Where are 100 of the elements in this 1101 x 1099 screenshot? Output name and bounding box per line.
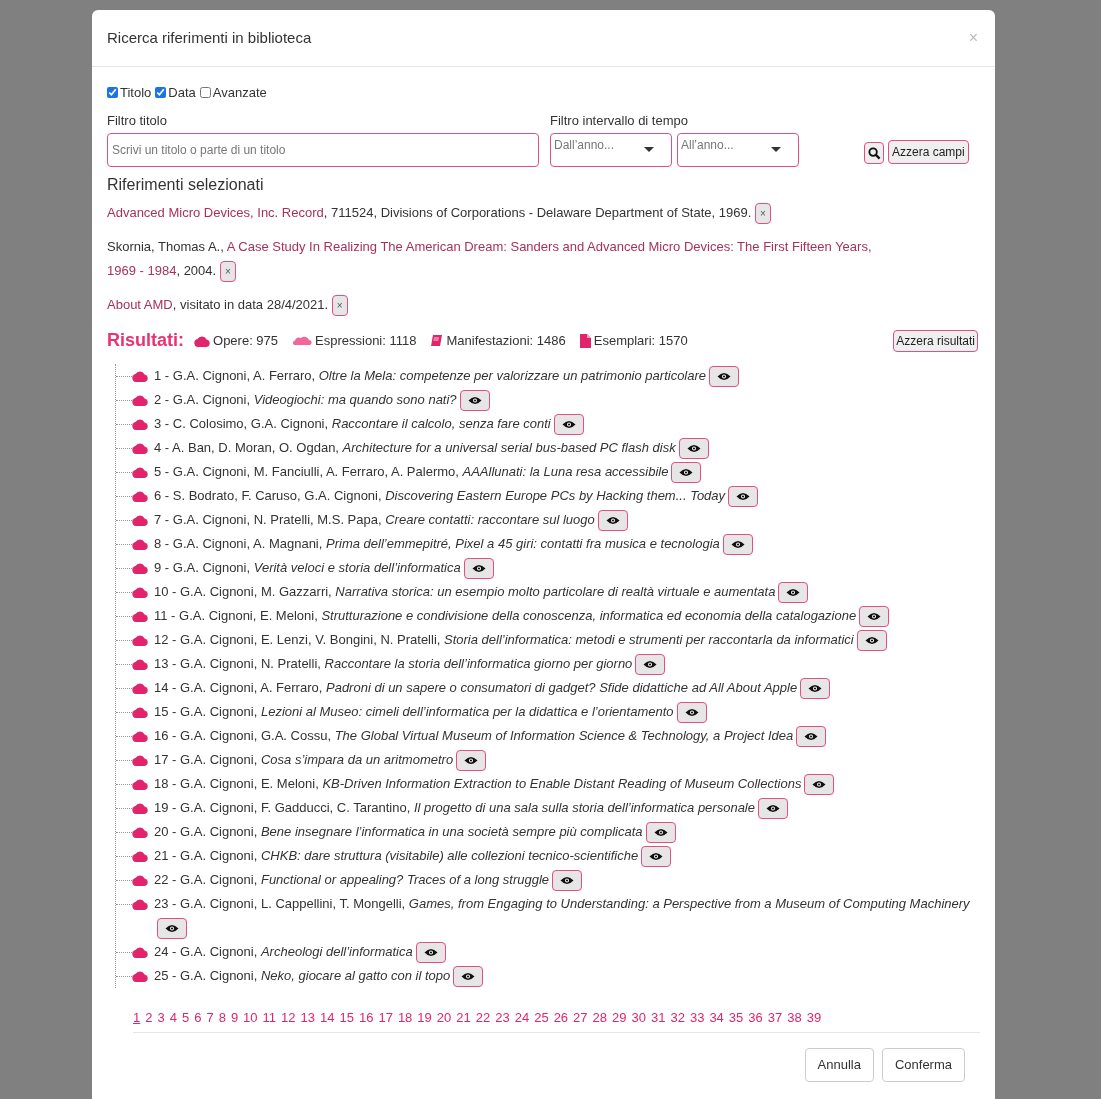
view-button[interactable] xyxy=(804,774,835,796)
view-button[interactable] xyxy=(758,798,788,820)
page-link[interactable]: 39 xyxy=(806,1008,822,1028)
page-link[interactable]: 12 xyxy=(281,1008,296,1028)
page-link[interactable]: 30 xyxy=(631,1008,646,1028)
view-button[interactable] xyxy=(778,582,809,604)
page-link[interactable]: 9 xyxy=(230,1008,239,1028)
view-button[interactable] xyxy=(453,966,484,988)
page-link[interactable]: 4 xyxy=(169,1008,177,1028)
result-title[interactable]: Archeologi dell’informatica xyxy=(260,944,413,959)
search-button[interactable] xyxy=(864,142,884,164)
result-title[interactable]: Padroni di un sapere o consumatori di gadget? Sfide didattiche ad All About Apple xyxy=(326,680,798,695)
result-title[interactable]: The Global Virtual Museum of Information Science & Technology, a Project Idea xyxy=(334,728,794,743)
result-title[interactable]: KB-Driven Information Extraction to Enable Distant Reading of Museum Collections xyxy=(322,776,802,791)
page-link[interactable]: 32 xyxy=(670,1008,685,1028)
page-link[interactable]: 21 xyxy=(456,1008,471,1028)
page-link[interactable]: 36 xyxy=(748,1008,763,1028)
remove-button[interactable]: × xyxy=(219,261,236,283)
page-link[interactable]: 18 xyxy=(397,1008,413,1028)
page-link[interactable]: 19 xyxy=(417,1008,432,1028)
view-button[interactable] xyxy=(415,942,446,964)
result-title[interactable]: Il progetto di una sala sulla storia dell’informatica personale xyxy=(413,800,755,815)
page-link[interactable]: 1 xyxy=(133,1008,141,1028)
view-button[interactable] xyxy=(676,702,707,724)
reference-link[interactable]: About AMD xyxy=(107,297,173,312)
view-button[interactable] xyxy=(456,750,487,772)
result-title[interactable]: CHKB: dare struttura (visitabile) alle collezioni tecnico-scientifiche xyxy=(260,848,639,863)
result-title[interactable]: Prima dell’emmepitré, Pixel a 45 giri: contatti fra musica e tecnologia xyxy=(326,536,720,551)
result-title[interactable]: Architecture for a universal serial bus-based PC flash disk xyxy=(342,440,676,455)
view-button[interactable] xyxy=(796,726,827,748)
page-link[interactable]: 22 xyxy=(475,1008,491,1028)
reference-link[interactable]: A Case Study In Realizing The American Dream: Sanders and Advanced Micro Devices: The First Fifteen Years, xyxy=(226,239,872,254)
page-link[interactable]: 7 xyxy=(206,1008,214,1028)
page-link[interactable]: 6 xyxy=(194,1008,202,1028)
view-button[interactable] xyxy=(641,846,672,868)
page-link[interactable]: 37 xyxy=(767,1008,783,1028)
page-link[interactable]: 28 xyxy=(592,1008,608,1028)
title-filter-field[interactable]: Scrivi un titolo o parte di un titolo xyxy=(107,133,539,167)
page-link[interactable]: 23 xyxy=(495,1008,510,1028)
result-title[interactable]: Creare contatti: raccontare sul luogo xyxy=(385,512,595,527)
page-link[interactable]: 14 xyxy=(320,1008,335,1028)
page-link[interactable]: 17 xyxy=(378,1008,393,1028)
result-title[interactable]: Lezioni al Museo: cimeli dell’informatica per la didattica e l’orientamento xyxy=(260,704,674,719)
checkbox[interactable] xyxy=(155,87,167,99)
result-title[interactable]: Neko, giocare al gatto con il topo xyxy=(260,968,451,983)
page-link[interactable]: 15 xyxy=(339,1008,354,1028)
remove-button[interactable]: × xyxy=(331,295,348,317)
view-button[interactable] xyxy=(459,390,490,412)
remove-button[interactable]: × xyxy=(754,203,771,225)
confirm-button[interactable]: Conferma xyxy=(881,1047,965,1082)
view-button[interactable] xyxy=(552,870,583,892)
page-link[interactable]: 3 xyxy=(157,1008,165,1028)
page-link[interactable]: 16 xyxy=(358,1008,374,1028)
cancel-button[interactable]: Annulla xyxy=(804,1047,874,1082)
result-title[interactable]: Storia dell’informatica: metodi e strumenti per raccontarla da informatici xyxy=(444,632,854,647)
page-link[interactable]: 34 xyxy=(709,1008,724,1028)
page-link[interactable]: 33 xyxy=(689,1008,705,1028)
result-title[interactable]: Verità veloci e storia dell’informatica xyxy=(253,560,461,575)
view-button[interactable] xyxy=(645,822,676,844)
page-link[interactable]: 10 xyxy=(243,1008,258,1028)
view-button[interactable] xyxy=(800,678,831,700)
result-title[interactable]: AAAllunati: la Luna resa accessibile xyxy=(462,464,669,479)
view-button[interactable] xyxy=(157,918,187,940)
view-button[interactable] xyxy=(722,534,753,556)
page-link[interactable]: 29 xyxy=(612,1008,627,1028)
result-title[interactable]: Raccontare il calcolo, senza fare conti xyxy=(331,416,551,431)
result-title[interactable]: Bene insegnare l’informatica in una società sempre più complicata xyxy=(260,824,643,839)
page-link[interactable]: 35 xyxy=(728,1008,744,1028)
result-title[interactable]: Discovering Eastern Europe PCs by Hacking them... Today xyxy=(385,488,726,503)
result-title[interactable]: Raccontare la storia dell’informatica giorno per giorno xyxy=(324,656,633,671)
result-title[interactable]: Cosa s’impara da un aritmometro xyxy=(260,752,454,767)
view-button[interactable] xyxy=(728,486,759,508)
result-title[interactable]: Strutturazione e condivisione della conoscenza, informatica ed economia della catalogazione xyxy=(321,608,857,623)
reset-fields-button[interactable]: Azzera campi xyxy=(888,140,969,164)
page-link[interactable]: 26 xyxy=(553,1008,569,1028)
page-link[interactable]: 24 xyxy=(514,1008,530,1028)
reference-link[interactable]: Advanced Micro Devices, Inc. Record xyxy=(107,205,324,220)
to-year-select[interactable]: All’anno... xyxy=(677,133,799,167)
view-button[interactable] xyxy=(635,654,666,676)
view-button[interactable] xyxy=(859,606,890,628)
view-button[interactable] xyxy=(709,366,740,388)
result-title[interactable]: Videogiochi: ma quando sono nati? xyxy=(253,392,457,407)
page-link[interactable]: 20 xyxy=(436,1008,452,1028)
page-link[interactable]: 31 xyxy=(651,1008,666,1028)
result-title[interactable]: Narrativa storica: un esempio molto particolare di realtà virtuale e aumentata xyxy=(335,584,776,599)
result-title[interactable]: Oltre la Mela: competenze per valorizzare un patrimonio particolare xyxy=(318,368,707,383)
result-title[interactable]: Games, from Engaging to Understanding: a Perspective from a Museum of Computing Machinery xyxy=(408,896,970,911)
reset-results-button[interactable]: Azzera risultati xyxy=(893,329,978,352)
view-button[interactable] xyxy=(678,438,709,460)
view-button[interactable] xyxy=(671,462,702,484)
view-button[interactable] xyxy=(856,630,887,652)
from-year-select[interactable]: Dall’anno... xyxy=(550,133,672,167)
view-button[interactable] xyxy=(597,510,628,532)
page-link[interactable]: 8 xyxy=(218,1008,226,1028)
page-link[interactable]: 5 xyxy=(181,1008,190,1028)
checkbox[interactable] xyxy=(107,87,118,99)
page-link[interactable]: 13 xyxy=(300,1008,315,1028)
page-link[interactable]: 25 xyxy=(534,1008,549,1028)
view-button[interactable] xyxy=(553,414,584,436)
page-link[interactable]: 2 xyxy=(145,1008,153,1028)
